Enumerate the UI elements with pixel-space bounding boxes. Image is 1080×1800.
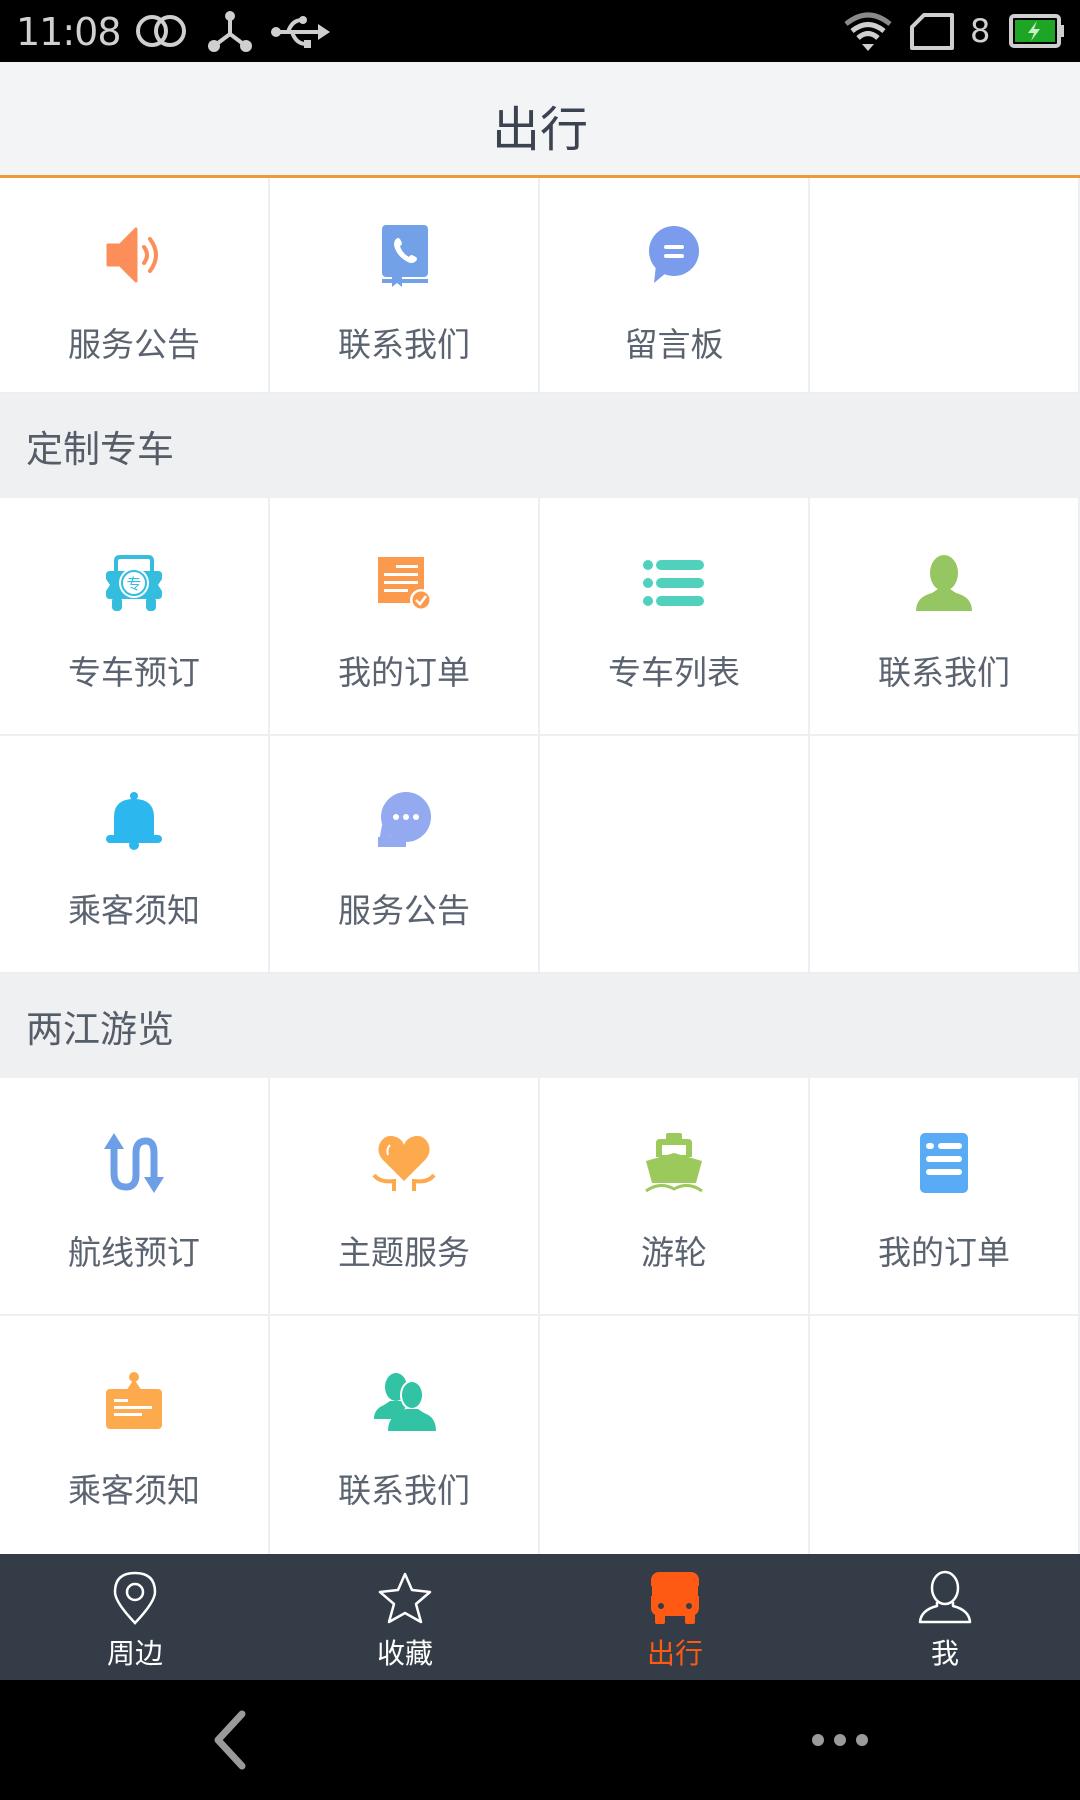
tab-label: 周边	[106, 1637, 163, 1670]
grid-item-label: 专车列表	[608, 653, 740, 692]
grid-row: 乘客须知 联系我们	[0, 1316, 1080, 1556]
grid-item-label: 我的订单	[878, 1233, 1010, 1272]
grid-item-contact-us[interactable]: 联系我们	[270, 1316, 540, 1556]
chat-bubble-icon	[369, 786, 439, 856]
grid-item-route-booking[interactable]: 航线预订	[0, 1078, 270, 1314]
grid-item-label: 游轮	[641, 1233, 707, 1272]
message-board-icon	[639, 220, 709, 290]
usb-icon	[271, 16, 330, 48]
grid-item-car-booking[interactable]: 专 专车预订	[0, 498, 270, 734]
grid-item-label: 服务公告	[338, 891, 470, 930]
share-hub-icon	[208, 11, 252, 52]
grid-item-cruise[interactable]: 游轮	[540, 1078, 810, 1314]
location-pin-icon	[113, 1571, 157, 1625]
grid-item-label: 航线预订	[68, 1233, 200, 1272]
tab-label: 收藏	[376, 1637, 433, 1670]
svg-text:专: 专	[126, 575, 141, 593]
grid-item-theme-service[interactable]: 主题服务	[270, 1078, 540, 1314]
grid-item-label: 乘客须知	[68, 891, 200, 930]
grid-item-contact-us[interactable]: 联系我们	[810, 498, 1080, 734]
bottom-tab-bar: 周边 收藏 出行 我	[0, 1554, 1080, 1680]
grid-item-empty	[810, 178, 1080, 392]
grid-row: 服务公告 联系我们 留言板	[0, 178, 1080, 394]
tab-travel[interactable]: 出行	[540, 1554, 810, 1680]
back-icon[interactable]	[210, 1708, 250, 1772]
grid-item-passenger-notice[interactable]: 乘客须知	[0, 736, 270, 972]
grid-row: 专 专车预订 我的订单 专车列表 联系我们	[0, 498, 1080, 736]
grid-item-label: 留言板	[624, 325, 724, 364]
car-booking-icon: 专	[99, 548, 169, 618]
grid-item-label: 专车预订	[68, 653, 200, 692]
user-icon	[918, 1570, 972, 1624]
grid-item-passenger-notice[interactable]: 乘客须知	[0, 1316, 270, 1556]
order-check-icon	[369, 548, 439, 618]
app-bar: 出行	[0, 62, 1080, 176]
cruise-ship-icon	[639, 1128, 709, 1198]
bell-icon	[99, 786, 169, 856]
grid-item-label: 主题服务	[338, 1233, 470, 1272]
grid-item-announcement[interactable]: 服务公告	[0, 178, 270, 392]
grid-item-label: 服务公告	[68, 325, 200, 364]
dual-sim-icon	[136, 15, 186, 47]
grid-item-contact-us[interactable]: 联系我们	[270, 178, 540, 392]
sim-card-icon	[910, 13, 954, 50]
grid-item-empty	[540, 736, 810, 972]
grid-item-empty	[540, 1316, 810, 1556]
grid-item-message-board[interactable]: 留言板	[540, 178, 810, 392]
tab-me[interactable]: 我	[810, 1554, 1080, 1680]
speaker-icon	[99, 220, 169, 290]
signal-strength-text: 8	[970, 12, 991, 50]
grid-item-label: 联系我们	[338, 325, 470, 364]
battery-charging-icon	[1009, 14, 1064, 48]
tab-nearby[interactable]: 周边	[0, 1554, 270, 1680]
grid-item-car-list[interactable]: 专车列表	[540, 498, 810, 734]
tab-favorites[interactable]: 收藏	[270, 1554, 540, 1680]
service-grid: 服务公告 联系我们 留言板 定制专车 专 专车预订 我的订单 专车列表 联系我们…	[0, 178, 1080, 1556]
grid-item-label: 乘客须知	[68, 1471, 200, 1510]
wifi-icon	[844, 12, 892, 51]
section-header-custom-car: 定制专车	[0, 394, 1080, 498]
status-time: 11:08	[16, 10, 122, 54]
heart-hands-icon	[369, 1128, 439, 1198]
tab-label: 出行	[646, 1637, 703, 1670]
grid-item-label: 联系我们	[338, 1471, 470, 1510]
notice-sign-icon	[99, 1366, 169, 1436]
grid-item-label: 联系我们	[878, 653, 1010, 692]
section-header-river-tour: 两江游览	[0, 974, 1080, 1078]
status-bar: 11:08 8	[0, 0, 1080, 62]
contacts-group-icon	[369, 1366, 439, 1436]
bus-icon	[649, 1572, 701, 1624]
grid-item-my-orders[interactable]: 我的订单	[270, 498, 540, 734]
system-nav-bar	[0, 1680, 1080, 1800]
order-doc-icon	[909, 1128, 979, 1198]
page-title: 出行	[491, 102, 588, 158]
contact-person-icon	[909, 548, 979, 618]
grid-item-my-orders[interactable]: 我的订单	[810, 1078, 1080, 1314]
star-icon	[378, 1572, 432, 1624]
grid-row: 航线预订 主题服务 游轮 我的订单	[0, 1078, 1080, 1316]
route-arrows-icon	[99, 1128, 169, 1198]
phone-book-icon	[369, 220, 439, 290]
grid-item-empty	[810, 1316, 1080, 1556]
grid-item-announcement[interactable]: 服务公告	[270, 736, 540, 972]
more-icon[interactable]	[810, 1728, 870, 1752]
grid-item-empty	[810, 736, 1080, 972]
grid-row: 乘客须知 服务公告	[0, 736, 1080, 974]
tab-label: 我	[930, 1637, 959, 1670]
grid-item-label: 我的订单	[338, 653, 470, 692]
list-icon	[639, 548, 709, 618]
